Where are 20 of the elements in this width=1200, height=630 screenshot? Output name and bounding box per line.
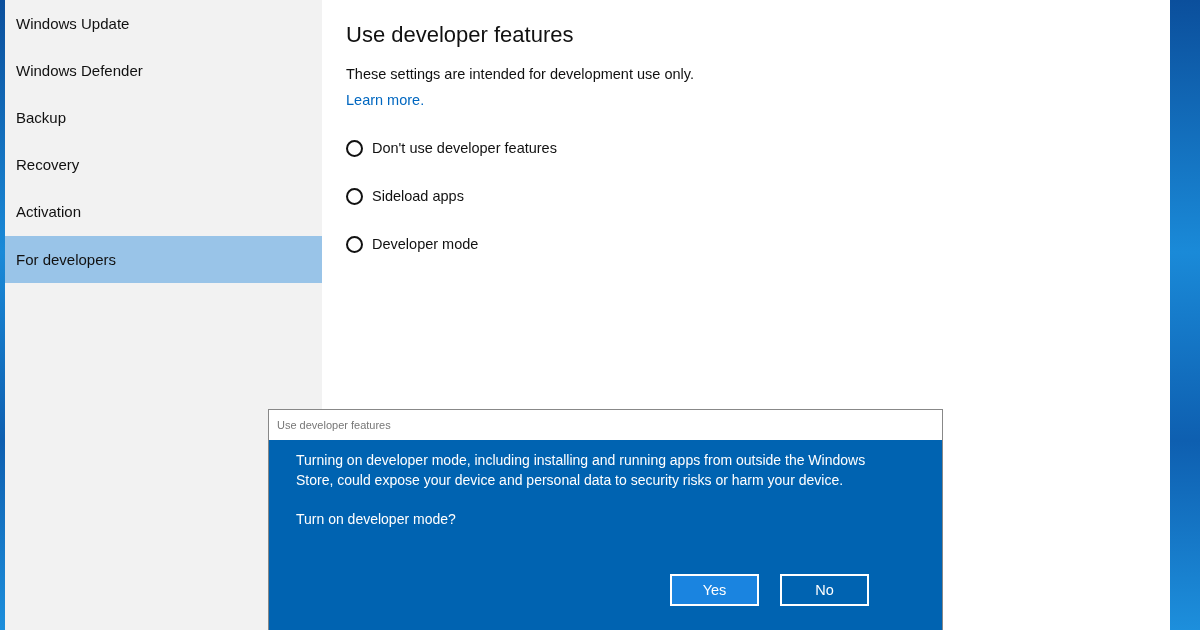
learn-more-link[interactable]: Learn more. xyxy=(346,92,425,108)
description-text: These settings are intended for development use only. xyxy=(346,66,695,82)
sidebar-item[interactable]: Windows Update xyxy=(5,0,322,47)
radio-label: Developer mode xyxy=(372,236,479,252)
radio-button[interactable] xyxy=(346,187,363,205)
page-title: Use developer features xyxy=(346,22,575,48)
sidebar-item[interactable]: Backup xyxy=(5,94,322,141)
radio-button[interactable] xyxy=(346,139,363,157)
dialog-button[interactable]: No xyxy=(780,574,869,606)
radio-label: Don't use developer features xyxy=(372,140,557,156)
dialog-button[interactable]: Yes xyxy=(670,574,759,606)
radio-button[interactable] xyxy=(346,235,363,253)
dialog-message: Turning on developer mode, including installing and running apps from outside the Windows Store, could expose your device and personal data to security risks or harm your device. xyxy=(296,451,867,490)
sidebar-item[interactable]: Recovery xyxy=(5,141,322,188)
dialog-title: Use developer features xyxy=(269,410,942,440)
sidebar-item[interactable]: Activation xyxy=(5,188,322,235)
sidebar-item[interactable]: Windows Defender xyxy=(5,47,322,94)
sidebar-item[interactable]: For developers xyxy=(5,236,322,283)
radio-label: Sideload apps xyxy=(372,188,464,204)
dialog-question: Turn on developer mode? xyxy=(296,510,457,529)
